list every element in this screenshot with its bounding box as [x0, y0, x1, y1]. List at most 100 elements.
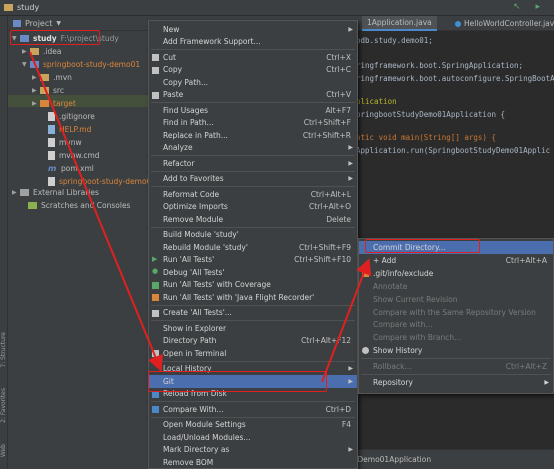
tree-item[interactable]: mvnw	[40, 136, 82, 148]
menu-item-label: Find Usages	[163, 105, 209, 115]
tab-application[interactable]: 1Application.java	[362, 16, 437, 31]
menu-item-label: + Add	[373, 256, 397, 265]
menu-item-directory-path[interactable]: Directory Path Ctrl+Alt+F12	[149, 335, 357, 348]
create-test-icon	[152, 309, 159, 317]
menu-item-shortcut: Ctrl+Shift+F	[303, 118, 351, 128]
git-menu-item-git-info-exclude[interactable]: .git/info/exclude	[359, 267, 553, 280]
tree-item-label: HELP.md	[59, 124, 92, 134]
menu-item-label: Run 'All Tests' with Coverage	[163, 280, 271, 290]
menu-item-label: Show History	[373, 346, 423, 355]
project-panel-title: Project	[25, 18, 53, 28]
structure-tool-tab[interactable]: 7: Structure	[0, 332, 7, 368]
menu-item-mark-directory-as[interactable]: Mark Directory as ▶	[149, 444, 357, 457]
paste-icon	[152, 91, 159, 99]
tree-item[interactable]: .gitignore	[40, 110, 95, 122]
file-icon	[48, 111, 55, 121]
menu-item-load-unload-modules[interactable]: Load/Unload Modules...	[149, 431, 357, 444]
submenu-arrow-icon: ▶	[348, 25, 353, 33]
menu-item-paste[interactable]: Paste Ctrl+V	[149, 89, 357, 102]
menu-item-create-all-tests[interactable]: Create 'All Tests'...	[149, 307, 357, 320]
chevron-down-icon[interactable]: ▼	[56, 20, 61, 27]
run-icon: ▶	[152, 254, 158, 263]
annotation-box-commit-directory	[365, 239, 480, 253]
menu-item-open-in-terminal[interactable]: Open in Terminal	[149, 347, 357, 360]
menu-item-debug-all-tests[interactable]: ● Debug 'All Tests'	[149, 266, 357, 279]
menu-item-rebuild-module-study[interactable]: Rebuild Module 'study' Ctrl+Shift+F9	[149, 241, 357, 254]
submenu-arrow-icon: ▶	[348, 365, 353, 373]
menu-item-label: Reformat Code	[163, 189, 220, 199]
git-menu-item-add[interactable]: + Add Ctrl+Alt+A	[359, 254, 553, 267]
menu-item-refactor[interactable]: Refactor ▶	[149, 157, 357, 170]
tree-item-label: springboot-study-demo01	[59, 176, 157, 186]
menu-item-shortcut: Ctrl+Alt+Z	[505, 362, 547, 371]
menu-item-add-to-favorites[interactable]: Add to Favorites ▶	[149, 173, 357, 186]
menu-item-find-usages[interactable]: Find Usages Alt+F7	[149, 104, 357, 117]
menu-item-remove-bom[interactable]: Remove BOM	[149, 456, 357, 469]
menu-item-analyze[interactable]: Analyze ▶	[149, 142, 357, 155]
nav-arrows-icon[interactable]: ↖ ▸	[513, 2, 546, 12]
submenu-arrow-icon: ▶	[348, 144, 353, 152]
tree-item-label: mvnw	[59, 137, 82, 147]
menu-item-find-in-path[interactable]: Find in Path... Ctrl+Shift+F	[149, 117, 357, 130]
window-title-bar: study ↖ ▸	[0, 0, 554, 16]
menu-item-shortcut: Ctrl+Alt+F12	[301, 336, 351, 346]
tree-item-label: .gitignore	[59, 111, 95, 121]
menu-separator	[151, 401, 355, 402]
git-menu-item-annotate: Annotate	[359, 280, 553, 293]
chevron-right-icon[interactable]: ▶	[22, 48, 30, 55]
tree-item[interactable]: mvnw.cmd	[40, 149, 100, 161]
tree-item[interactable]: ▼ springboot-study-demo01	[22, 58, 140, 70]
code-line: pringbootStudyDemo01Application {	[356, 110, 506, 119]
menu-item-label: Open Module Settings	[163, 420, 246, 430]
tree-item[interactable]: m pom.xml	[40, 162, 94, 174]
chevron-down-icon[interactable]: ▼	[22, 61, 30, 68]
menu-item-copy[interactable]: Copy Ctrl+C	[149, 64, 357, 77]
code-line: Application.run(SpringbootStudyDemo01App…	[356, 146, 551, 155]
menu-item-optimize-imports[interactable]: Optimize Imports Ctrl+Alt+O	[149, 201, 357, 214]
menu-item-cut[interactable]: Cut Ctrl+X	[149, 51, 357, 64]
web-tool-tab[interactable]: Web	[0, 444, 7, 457]
git-menu-item-repository[interactable]: Repository ▶	[359, 376, 553, 389]
menu-separator	[151, 49, 355, 50]
tree-item[interactable]: ▶ External Libraries	[12, 186, 99, 198]
chevron-right-icon[interactable]: ▶	[32, 100, 40, 107]
tree-item[interactable]: ▶ target	[32, 97, 76, 109]
menu-item-add-framework-support[interactable]: Add Framework Support...	[149, 36, 357, 49]
tree-item[interactable]: Scratches and Consoles	[20, 199, 130, 211]
menu-item-label: Create 'All Tests'...	[163, 308, 232, 318]
chevron-right-icon[interactable]: ▶	[12, 189, 20, 196]
menu-item-label: Run 'All Tests'	[163, 255, 215, 265]
menu-item-reformat-code[interactable]: Reformat Code Ctrl+Alt+L	[149, 188, 357, 201]
menu-item-replace-in-path[interactable]: Replace in Path... Ctrl+Shift+R	[149, 129, 357, 142]
excluded-folder-icon	[40, 99, 49, 107]
menu-item-compare-with[interactable]: Compare With... Ctrl+D	[149, 403, 357, 416]
tree-item[interactable]: ▶ src	[32, 84, 64, 96]
menu-item-label: Rebuild Module 'study'	[163, 242, 248, 252]
chevron-right-icon[interactable]: ▶	[32, 87, 40, 94]
menu-item-label: Build Module 'study'	[163, 230, 239, 240]
menu-item-run-all-tests-with-java-flight-recorder[interactable]: Run 'All Tests' with 'Java Flight Record…	[149, 291, 357, 304]
menu-separator	[361, 358, 551, 359]
terminal-icon	[152, 350, 159, 357]
git-menu-item-show-history[interactable]: Show History	[359, 344, 553, 357]
menu-item-run-all-tests[interactable]: ▶ Run 'All Tests' Ctrl+Shift+F10	[149, 254, 357, 267]
tree-item[interactable]: ▶ .idea	[22, 45, 61, 57]
menu-item-open-module-settings[interactable]: Open Module Settings F4	[149, 419, 357, 432]
menu-item-remove-module[interactable]: Remove Module Delete	[149, 213, 357, 226]
menu-item-label: Copy Path...	[163, 77, 209, 87]
favorites-tool-tab[interactable]: 2: Favorites	[0, 388, 7, 423]
cut-icon	[152, 54, 159, 61]
submenu-arrow-icon: ▶	[348, 377, 353, 385]
menu-item-build-module-study[interactable]: Build Module 'study'	[149, 229, 357, 242]
menu-item-copy-path[interactable]: Copy Path...	[149, 76, 357, 89]
chevron-right-icon[interactable]: ▶	[32, 74, 40, 81]
menu-item-show-in-explorer[interactable]: Show in Explorer	[149, 322, 357, 335]
menu-item-new[interactable]: New ▶	[149, 23, 357, 36]
project-panel-header[interactable]: Project ▼	[8, 16, 150, 31]
tree-item[interactable]: ▶ .mvn	[32, 71, 72, 83]
tab-helloworld-controller[interactable]: HelloWorldController.java	[450, 16, 554, 31]
tree-item[interactable]: HELP.md	[40, 123, 91, 135]
menu-item-run-all-tests-with-coverage[interactable]: Run 'All Tests' with Coverage	[149, 279, 357, 292]
menu-separator	[151, 102, 355, 103]
menu-item-shortcut: Ctrl+Shift+F10	[294, 255, 351, 265]
